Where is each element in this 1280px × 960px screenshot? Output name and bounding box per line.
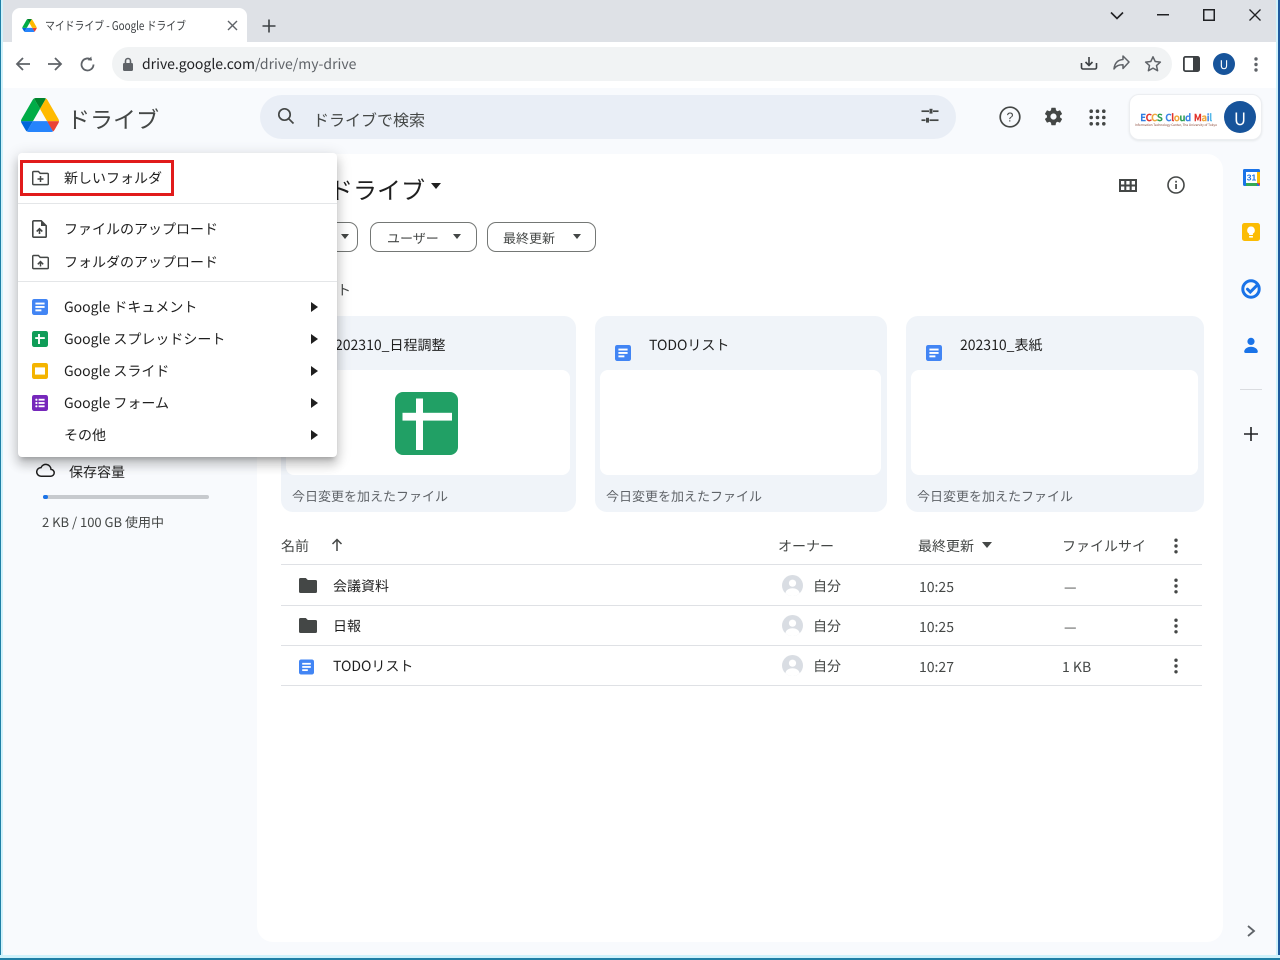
svg-text:31: 31 (1247, 173, 1257, 183)
svg-text:?: ? (1007, 106, 1014, 125)
